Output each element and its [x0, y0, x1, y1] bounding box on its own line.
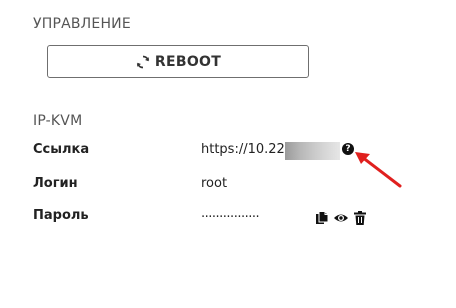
refresh-icon [135, 54, 151, 70]
password-value-masked: ................ [201, 206, 260, 221]
redacted-address-blur [285, 142, 340, 160]
trash-icon[interactable] [353, 210, 367, 225]
link-value[interactable]: https://10.22. [201, 142, 289, 157]
login-value: root [201, 176, 228, 191]
reboot-button-label: REBOOT [154, 53, 222, 70]
password-label: Пароль [33, 208, 89, 223]
ipkvm-section-title: IP-KVM [33, 113, 83, 129]
copy-icon[interactable] [315, 210, 329, 224]
login-label: Логин [33, 176, 78, 191]
reboot-button[interactable]: REBOOT [47, 45, 309, 78]
link-label: Ссылка [33, 142, 90, 157]
management-section-title: УПРАВЛЕНИЕ [33, 16, 131, 32]
eye-icon[interactable] [333, 210, 348, 224]
login-row: Логин root [33, 176, 433, 196]
